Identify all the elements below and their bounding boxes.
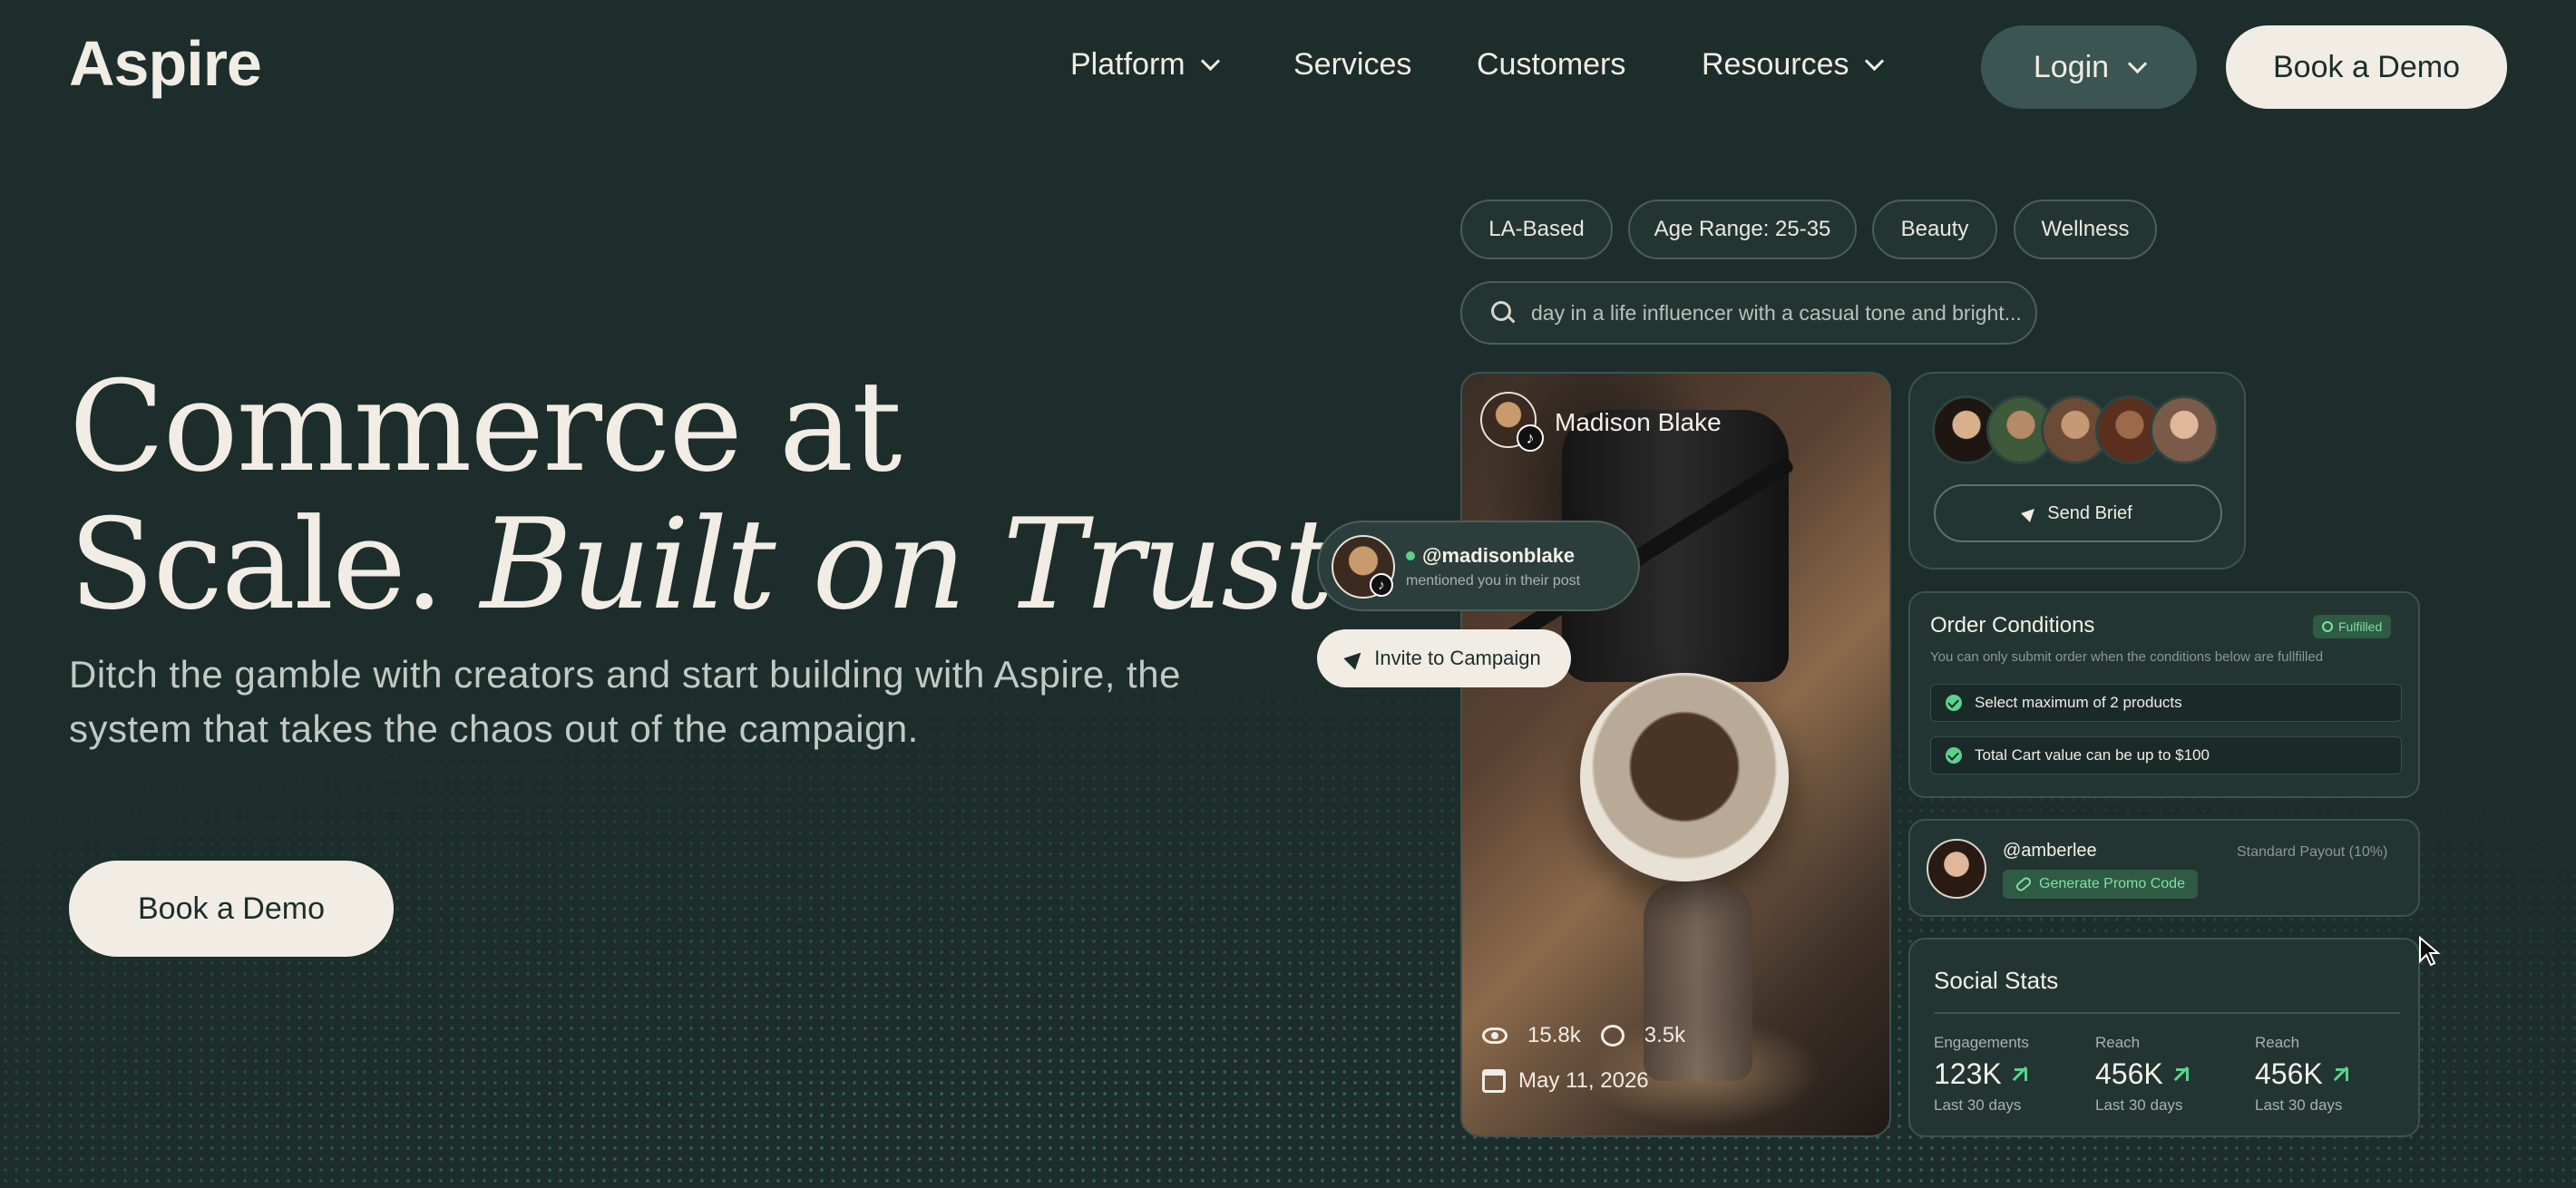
send-brief-label: Send Brief — [2047, 502, 2132, 523]
invite-label: Invite to Campaign — [1374, 647, 1541, 669]
hero-title: Commerce at Scale. Built on Trust — [69, 354, 1334, 634]
chevron-down-icon — [2127, 54, 2148, 73]
creator-search-input[interactable]: day in a life influencer with a casual t… — [1460, 281, 2037, 345]
logo[interactable]: Aspire — [69, 27, 262, 100]
chevron-down-icon — [1200, 51, 1220, 72]
hero-subtitle: Ditch the gamble with creators and start… — [69, 653, 1181, 750]
stat-value: 456K — [2255, 1057, 2323, 1090]
stat-label: Reach — [2095, 1034, 2141, 1051]
tiktok-icon: ♪ — [1370, 573, 1393, 597]
online-status-dot — [1406, 551, 1415, 560]
post-date-text: May 11, 2026 — [1518, 1068, 1649, 1093]
stat-value-row: 456K — [2095, 1057, 2189, 1091]
chevron-down-icon — [1864, 51, 1884, 72]
hero-title-line1: Commerce at — [69, 354, 903, 500]
send-icon — [1343, 647, 1368, 670]
creator-avatar — [2150, 395, 2219, 464]
check-circle-icon — [1946, 747, 1962, 764]
mention-text: mentioned you in their post — [1406, 573, 1581, 589]
stat-period: Last 30 days — [1934, 1096, 2022, 1114]
generate-promo-code-button[interactable]: Generate Promo Code — [2003, 870, 2198, 899]
trend-up-icon — [2175, 1067, 2189, 1081]
brief-card: Send Brief — [1908, 372, 2246, 570]
stat-engagements: Engagements 123K Last 30 days — [1934, 1034, 2029, 1115]
send-icon — [2021, 504, 2040, 522]
hero-title-plain: Scale. — [69, 492, 444, 638]
eye-icon — [1482, 1027, 1508, 1044]
carafe-shape — [1644, 881, 1752, 1081]
stat-period: Last 30 days — [2095, 1096, 2183, 1114]
stat-label: Reach — [2255, 1034, 2300, 1051]
invite-to-campaign-button[interactable]: Invite to Campaign — [1317, 629, 1571, 687]
payout-label: Standard Payout (10%) — [2237, 844, 2388, 860]
generate-promo-label: Generate Promo Code — [2039, 876, 2185, 891]
mouse-cursor-icon — [2419, 936, 2441, 967]
creator-post-card[interactable]: ♪ Madison Blake 15.8k 3.5k May 11, 2026 — [1460, 372, 1891, 1137]
nav-services[interactable]: Services — [1293, 47, 1411, 83]
views-count: 15.8k — [1527, 1023, 1581, 1047]
stat-reach: Reach 456K Last 30 days — [2255, 1034, 2348, 1115]
calendar-icon — [1482, 1069, 1506, 1093]
condition-text: Select maximum of 2 products — [1975, 694, 2182, 711]
nav-customers[interactable]: Customers — [1477, 47, 1625, 83]
order-conditions-card: Order Conditions Fulfilled You can only … — [1908, 591, 2420, 798]
nav-customers-label: Customers — [1477, 47, 1626, 82]
mention-notification[interactable]: ♪ @madisonblake mentioned you in their p… — [1317, 521, 1640, 611]
condition-text: Total Cart value can be up to $100 — [1975, 746, 2210, 764]
comments-count: 3.5k — [1644, 1023, 1686, 1047]
condition-row: Select maximum of 2 products — [1930, 684, 2402, 722]
send-brief-button[interactable]: Send Brief — [1934, 484, 2222, 542]
status-badge: Fulfilled — [2313, 615, 2392, 638]
search-icon — [1491, 301, 1515, 325]
trend-up-icon — [2014, 1067, 2027, 1081]
social-stats-card: Social Stats Engagements 123K Last 30 da… — [1908, 938, 2420, 1137]
search-value: day in a life influencer with a casual t… — [1531, 300, 2022, 325]
divider — [1934, 1012, 2400, 1014]
book-demo-button-header[interactable]: Book a Demo — [2226, 25, 2507, 109]
promo-creator-handle: @amberlee — [2003, 841, 2097, 861]
creator-name: Madison Blake — [1555, 408, 1722, 436]
stat-value-row: 456K — [2255, 1057, 2348, 1091]
filter-tag-wellness[interactable]: Wellness — [2014, 200, 2157, 259]
nav-services-label: Services — [1293, 47, 1412, 82]
stat-value-row: 123K — [1934, 1057, 2029, 1091]
mention-handle-row: @madisonblake — [1406, 544, 1575, 568]
order-conditions-title: Order Conditions — [1930, 613, 2095, 638]
link-icon — [2014, 875, 2034, 893]
login-button[interactable]: Login — [1981, 25, 2197, 109]
filter-tag-age-range[interactable]: Age Range: 25-35 — [1628, 200, 1857, 259]
tiktok-icon: ♪ — [1517, 424, 1544, 452]
condition-row: Total Cart value can be up to $100 — [1930, 736, 2402, 774]
hero-title-italic: Built on Trust — [480, 492, 1334, 638]
mention-handle: @madisonblake — [1422, 544, 1576, 567]
filter-tag-la-based[interactable]: LA-Based — [1460, 200, 1613, 259]
post-stats: 15.8k 3.5k — [1482, 1023, 1685, 1048]
stat-value: 123K — [1934, 1057, 2002, 1090]
filter-tag-beauty[interactable]: Beauty — [1872, 200, 1997, 259]
stat-period: Last 30 days — [2255, 1096, 2343, 1114]
login-label: Login — [2033, 49, 2110, 84]
check-circle-icon — [1946, 695, 1962, 711]
comment-icon — [1600, 1025, 1625, 1047]
coffee-dripper-shape — [1580, 673, 1789, 881]
stat-label: Engagements — [1934, 1034, 2029, 1051]
promo-code-card: @amberlee Standard Payout (10%) Generate… — [1908, 819, 2420, 917]
check-icon — [2322, 621, 2333, 632]
nav-resources-label: Resources — [1702, 47, 1849, 82]
nav-platform[interactable]: Platform — [1070, 47, 1220, 83]
creator-avatar — [1927, 839, 1986, 899]
social-stats-title: Social Stats — [1934, 967, 2059, 994]
nav-platform-label: Platform — [1070, 47, 1186, 82]
nav-resources[interactable]: Resources — [1702, 47, 1884, 83]
trend-up-icon — [2335, 1067, 2348, 1081]
stat-value: 456K — [2095, 1057, 2163, 1090]
book-demo-button-hero[interactable]: Book a Demo — [69, 861, 394, 957]
post-date: May 11, 2026 — [1482, 1068, 1649, 1094]
order-conditions-description: You can only submit order when the condi… — [1930, 649, 2324, 665]
stat-reach: Reach 456K Last 30 days — [2095, 1034, 2189, 1115]
status-label: Fulfilled — [2338, 619, 2383, 634]
hero-title-line2: Scale. Built on Trust — [69, 496, 1334, 634]
